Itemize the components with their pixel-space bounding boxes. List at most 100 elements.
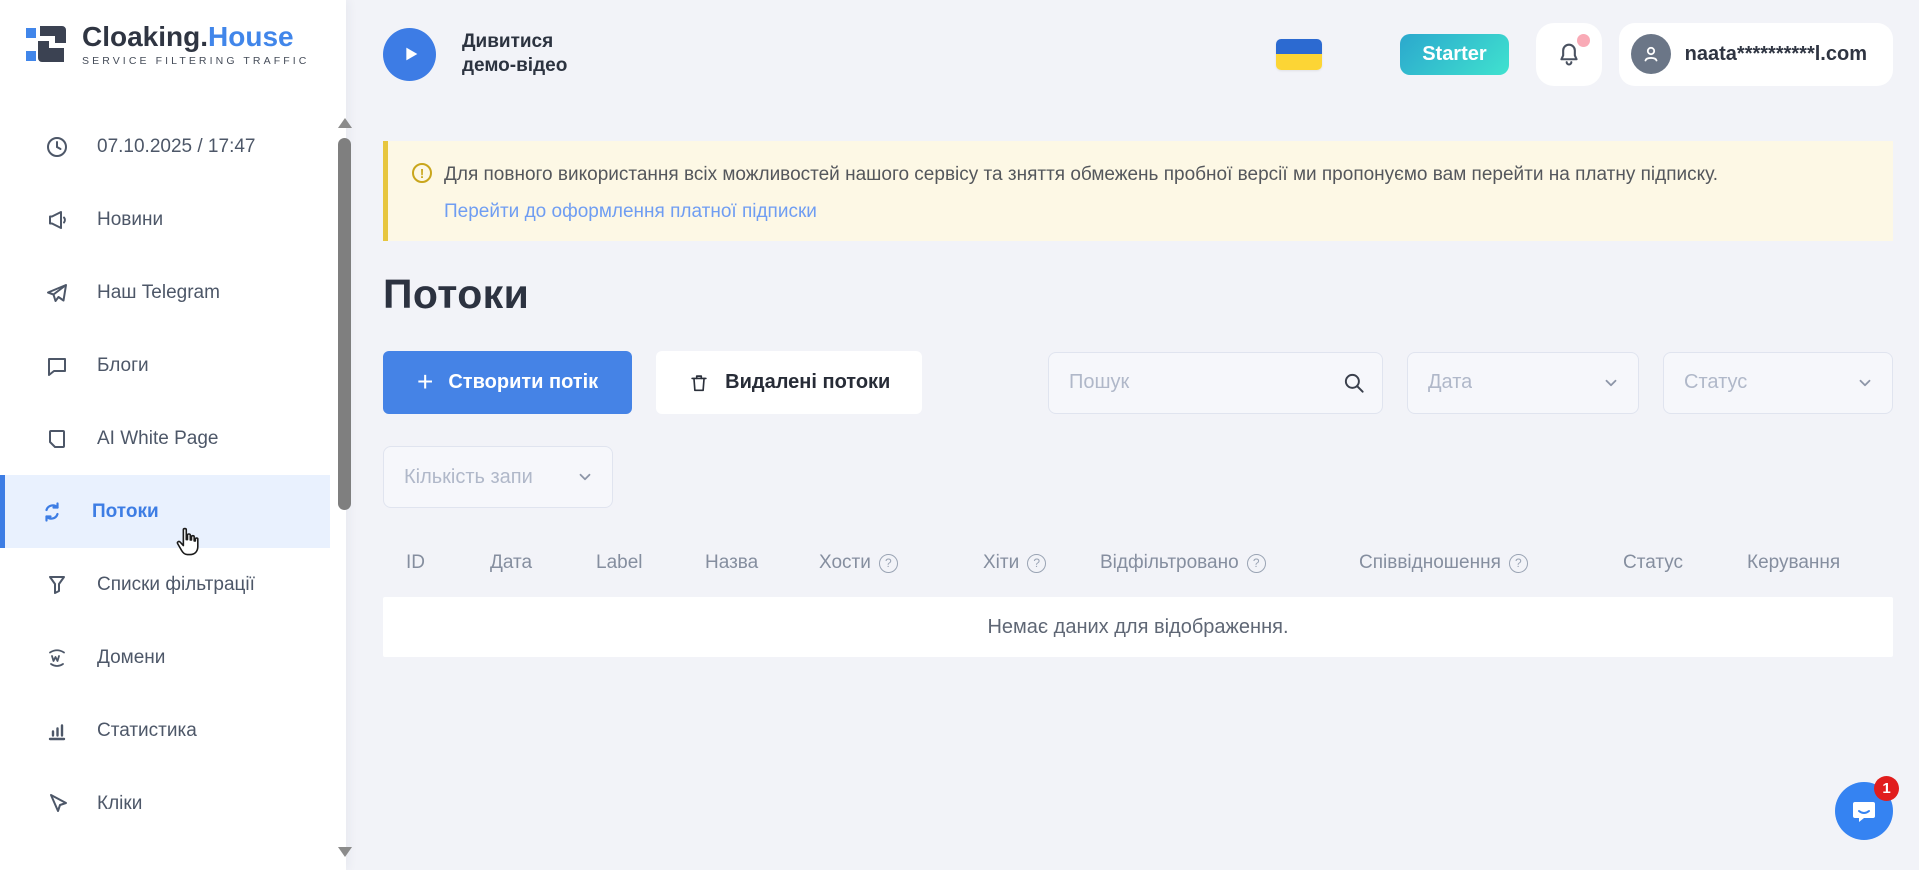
create-flow-label: Створити потік <box>448 371 598 394</box>
sidebar-nav: 07.10.2025 / 17:47 Новини Наш Telegram Б… <box>0 110 346 840</box>
chat-bubble-icon <box>45 354 69 378</box>
search-input[interactable] <box>1048 352 1383 414</box>
column-hits: Хіти? <box>983 552 1100 574</box>
sidebar: Cloaking.House SERVICE FILTERING TRAFFIC… <box>0 0 346 870</box>
sidebar-item-telegram[interactable]: Наш Telegram <box>0 256 346 329</box>
chat-unread-badge: 1 <box>1874 776 1899 801</box>
column-ratio: Співвідношення? <box>1359 552 1623 574</box>
column-status: Статус <box>1623 552 1747 574</box>
sidebar-item-clicks[interactable]: Кліки <box>0 767 346 840</box>
sidebar-item-flows[interactable]: Потоки <box>0 475 330 548</box>
sidebar-item-label: Потоки <box>92 501 159 523</box>
date-filter-select[interactable]: Дата <box>1407 352 1639 414</box>
column-label: Керування <box>1747 552 1840 574</box>
sidebar-item-label: AI White Page <box>97 428 218 450</box>
column-id: ID <box>406 552 490 574</box>
column-label: ID <box>406 552 425 574</box>
column-label: Відфільтровано <box>1100 552 1239 574</box>
account-menu[interactable]: naata**********l.com <box>1619 23 1893 86</box>
demo-video-label[interactable]: Дивитися демо-відео <box>462 30 567 78</box>
bar-chart-icon <box>45 719 69 743</box>
scrollbar-thumb[interactable] <box>338 138 351 510</box>
chevron-down-icon <box>1602 374 1620 392</box>
status-filter-label: Статус <box>1684 371 1747 394</box>
column-label: Співвідношення <box>1359 552 1501 574</box>
banner-row: ! Для повного використання всіх можливос… <box>412 162 1869 187</box>
scrollbar-up-arrow[interactable] <box>338 118 352 128</box>
search-box <box>1048 352 1383 414</box>
scrollbar-down-arrow[interactable] <box>338 847 352 857</box>
chevron-down-icon <box>1856 374 1874 392</box>
trial-warning-banner: ! Для повного використання всіх можливос… <box>383 141 1893 241</box>
sidebar-item-label: Списки фільтрації <box>97 574 255 596</box>
sidebar-item-label: Кліки <box>97 793 142 815</box>
notifications-button[interactable] <box>1536 23 1602 86</box>
sidebar-item-statistics[interactable]: Статистика <box>0 694 346 767</box>
sidebar-item-label: Новини <box>97 209 163 231</box>
telegram-icon <box>45 281 69 305</box>
domain-www-icon <box>45 646 69 670</box>
page-icon <box>45 427 69 451</box>
sidebar-item-label: Статистика <box>97 720 197 742</box>
cursor-arrow-icon <box>45 792 69 816</box>
brand-name-dark: Cloaking. <box>82 21 208 52</box>
sidebar-item-filter-lists[interactable]: Списки фільтрації <box>0 548 346 621</box>
column-label: Label <box>596 552 705 574</box>
app-root: Cloaking.House SERVICE FILTERING TRAFFIC… <box>0 0 1919 870</box>
brand-logo-icon <box>24 20 70 68</box>
records-count-select[interactable]: Кількість запи <box>383 446 613 508</box>
clock-icon <box>45 135 69 159</box>
deleted-flows-label: Видалені потоки <box>725 371 890 394</box>
column-label: Статус <box>1623 552 1683 574</box>
brand-name-accent: House <box>208 21 294 52</box>
column-label: Хіти <box>983 552 1019 574</box>
sidebar-item-blogs[interactable]: Блоги <box>0 329 346 402</box>
toolbar: + Створити потік Видалені потоки Дата <box>383 351 1893 414</box>
column-name: Назва <box>705 552 819 574</box>
help-icon[interactable]: ? <box>879 554 898 573</box>
plan-badge-button[interactable]: Starter <box>1400 34 1508 75</box>
sidebar-item-ai-white-page[interactable]: AI White Page <box>0 402 346 475</box>
sidebar-item-domains[interactable]: Домени <box>0 621 346 694</box>
demo-video-line2: демо-відео <box>462 54 567 78</box>
topbar: Дивитися демо-відео Starter <box>383 0 1893 108</box>
banner-text: Для повного використання всіх можливосте… <box>444 162 1718 187</box>
sidebar-item-news[interactable]: Новини <box>0 183 346 256</box>
help-icon[interactable]: ? <box>1509 554 1528 573</box>
play-icon <box>399 43 421 65</box>
table-header: ID Дата Label Назва Хости? Хіти? Відфіль… <box>383 552 1893 574</box>
brand-logo[interactable]: Cloaking.House SERVICE FILTERING TRAFFIC <box>0 0 346 68</box>
notification-dot <box>1577 34 1590 47</box>
help-icon[interactable]: ? <box>1027 554 1046 573</box>
chevron-down-icon <box>576 468 594 486</box>
upgrade-subscription-link[interactable]: Перейти до оформлення платної підписки <box>444 201 817 223</box>
table-empty-state: Немає даних для відображення. <box>383 597 1893 657</box>
date-filter-label: Дата <box>1428 371 1472 394</box>
help-icon[interactable]: ? <box>1247 554 1266 573</box>
account-email: naata**********l.com <box>1685 43 1867 66</box>
deleted-flows-button[interactable]: Видалені потоки <box>656 351 922 414</box>
sidebar-item-datetime[interactable]: 07.10.2025 / 17:47 <box>0 110 346 183</box>
play-demo-button[interactable] <box>383 28 436 81</box>
toolbar-row2: Кількість запи <box>383 446 1893 508</box>
trash-icon <box>688 372 710 394</box>
language-flag-ukraine[interactable] <box>1276 39 1322 70</box>
avatar <box>1631 34 1671 74</box>
funnel-icon <box>45 573 69 597</box>
demo-video-line1: Дивитися <box>462 30 567 54</box>
status-filter-select[interactable]: Статус <box>1663 352 1893 414</box>
refresh-icon <box>40 500 64 524</box>
column-label: Хости <box>819 552 871 574</box>
page-title: Потоки <box>383 271 1893 318</box>
sidebar-item-label: 07.10.2025 / 17:47 <box>97 136 255 158</box>
topbar-right: Starter naata**********l.com <box>1276 23 1893 86</box>
brand-text: Cloaking.House SERVICE FILTERING TRAFFIC <box>82 22 309 67</box>
create-flow-button[interactable]: + Створити потік <box>383 351 632 414</box>
flag-blue-stripe <box>1276 39 1322 55</box>
chat-smile-icon <box>1849 796 1879 826</box>
sidebar-item-label: Наш Telegram <box>97 282 220 304</box>
sidebar-scrollbar[interactable] <box>337 0 353 870</box>
warning-icon: ! <box>412 163 432 183</box>
search-icon[interactable] <box>1341 370 1367 396</box>
brand-tagline: SERVICE FILTERING TRAFFIC <box>82 55 309 67</box>
